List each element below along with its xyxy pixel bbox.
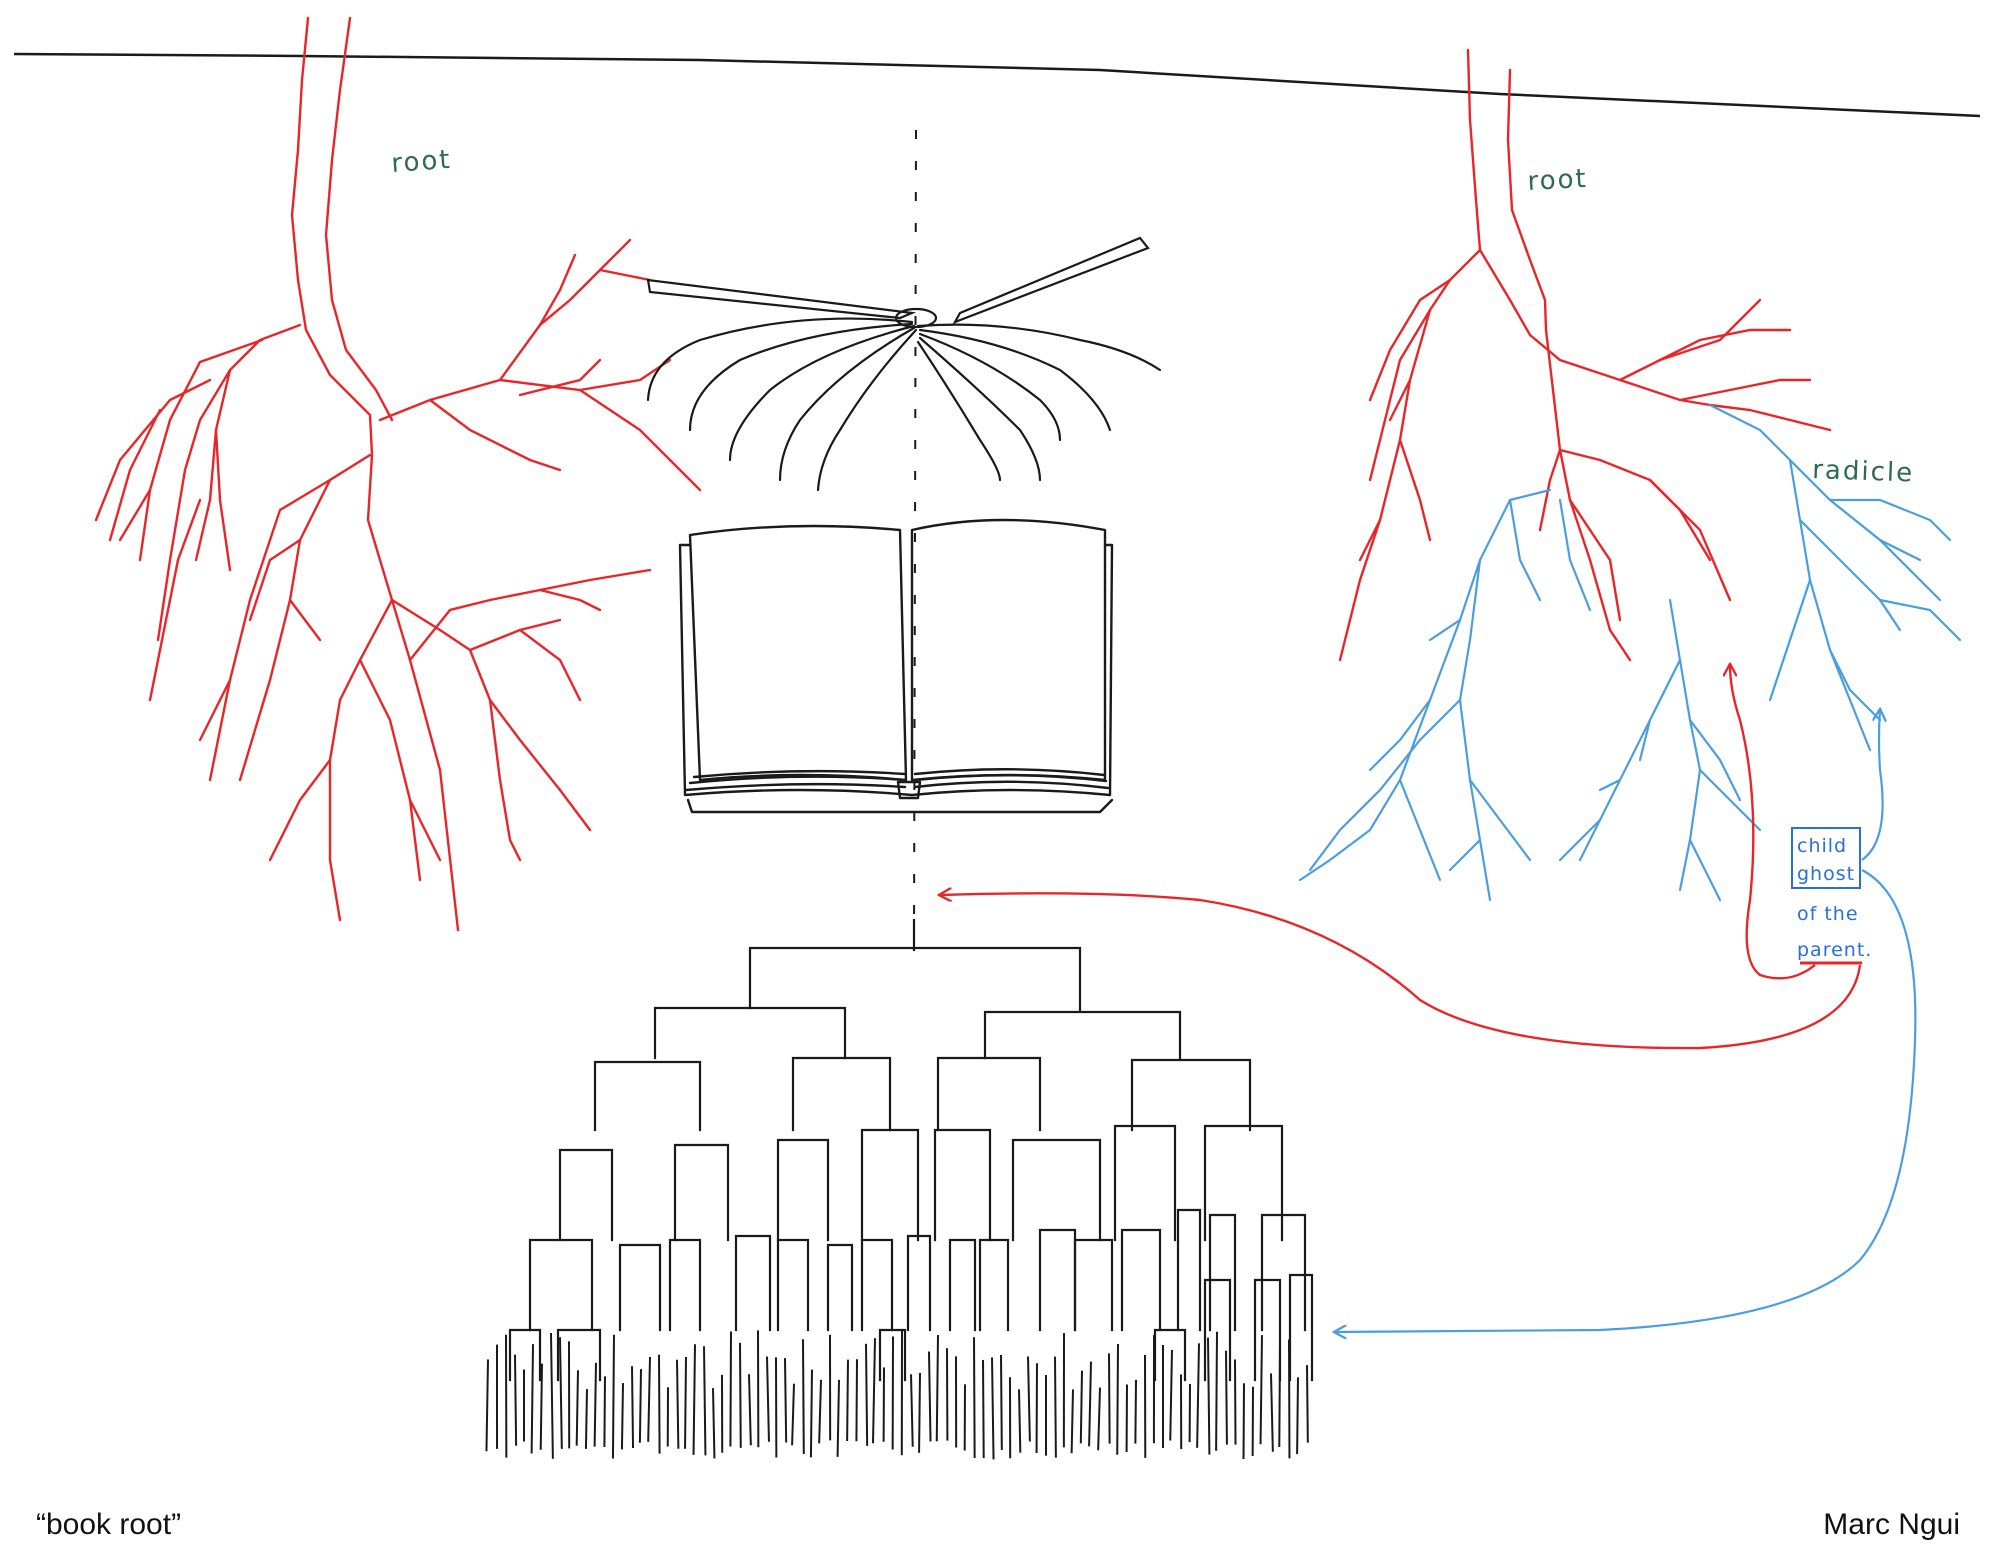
leaf-stroke [638,1369,642,1443]
leaf-stroke [1215,1331,1218,1451]
leaf-stroke [692,1344,696,1455]
blue-arrow-to-radicle [1861,710,1883,861]
leaf-stroke [1054,1356,1057,1458]
book-root-drawing: root root radicle child ghost of the par… [13,16,1981,1460]
leaf-stroke [1079,1370,1083,1444]
caption-title: “book root” [36,1508,182,1541]
leaf-stroke [1088,1361,1092,1447]
leaf-stroke [1306,1365,1309,1443]
leaf-stroke [836,1379,840,1457]
leaf-stroke [603,1376,606,1448]
leaf-stroke [559,1337,563,1449]
leaf-stroke [584,1389,588,1449]
label-root-right: root [1527,164,1589,197]
red-arrow-to-book [940,893,1862,1050]
leaf-stroke [611,1334,615,1459]
center-axis [913,129,917,941]
leaf-stroke [729,1331,732,1447]
leaf-stroke [791,1383,795,1446]
leaf-stroke [1000,1354,1003,1450]
leaf-stroke [1027,1356,1031,1442]
leaf-stroke [530,1344,534,1454]
leaf-stroke [703,1346,707,1456]
leaf-stroke [712,1388,716,1459]
leaf-stroke [1070,1389,1074,1454]
leaf-stroke [575,1370,579,1446]
label-ghost: ghost [1797,863,1855,885]
caption-author: Marc Ngui [1823,1508,1960,1541]
leaf-stroke [1270,1373,1274,1452]
leaf-stroke [1296,1377,1299,1455]
leaf-stroke [1018,1389,1022,1453]
leaf-stroke [935,1334,939,1442]
leaf-stroke [684,1357,687,1449]
leaf-stroke [918,1373,921,1453]
label-radicle: radicle [1812,455,1915,489]
leaf-stroke [1116,1343,1119,1455]
red-arrow-to-root [1730,665,1816,980]
leaf-stroke [865,1343,869,1446]
leaf-stroke [748,1374,752,1446]
leaf-stroke [647,1357,651,1442]
leaf-stroke [514,1354,518,1446]
ground-line [13,52,1981,118]
leaf-stroke [928,1351,932,1442]
leaf-stroke [658,1354,661,1454]
leaf-stroke [910,1374,914,1447]
open-book [678,518,1114,814]
leaf-stroke [593,1362,597,1447]
leaf-stroke [872,1338,876,1444]
leaf-stroke [818,1379,822,1444]
leaf-stroke [855,1359,858,1442]
leaf-stroke [784,1358,788,1443]
label-root-left: root [390,145,452,179]
leaf-stroke [1259,1335,1263,1445]
label-of-the: of the [1797,903,1859,925]
leaf-stroke [485,1359,489,1452]
leaf-stroke [982,1359,985,1459]
leaf-stroke [1234,1359,1237,1445]
leaf-stroke [1134,1379,1137,1444]
leaf-stroke [991,1357,995,1460]
leaf-stroke [1108,1353,1111,1444]
fanned-book [646,236,1162,492]
label-parent: parent. [1797,939,1872,961]
leaf-stroke [539,1363,543,1450]
leaf-stroke [1169,1349,1173,1441]
dendrogram [508,918,1314,1382]
leaf-stroke [676,1359,680,1449]
leaf-stroke [631,1366,635,1449]
leaf-stroke [1097,1387,1101,1451]
leaf-stroke [739,1342,742,1448]
leaf-stroke [620,1383,624,1450]
leaf-stroke [1225,1350,1228,1445]
label-child: child [1797,835,1847,857]
leaf-stroke [1207,1337,1211,1455]
leaf-stroke [802,1339,805,1455]
leaf-stroke [550,1332,554,1459]
leaf-stroke [809,1369,813,1458]
leaf-stroke [1196,1343,1200,1448]
right-root [1338,48,1832,662]
leaf-stroke [973,1337,976,1458]
leaf-stroke [766,1356,770,1442]
leaf-stroke [846,1359,849,1442]
leaf-stroke [1278,1346,1281,1448]
